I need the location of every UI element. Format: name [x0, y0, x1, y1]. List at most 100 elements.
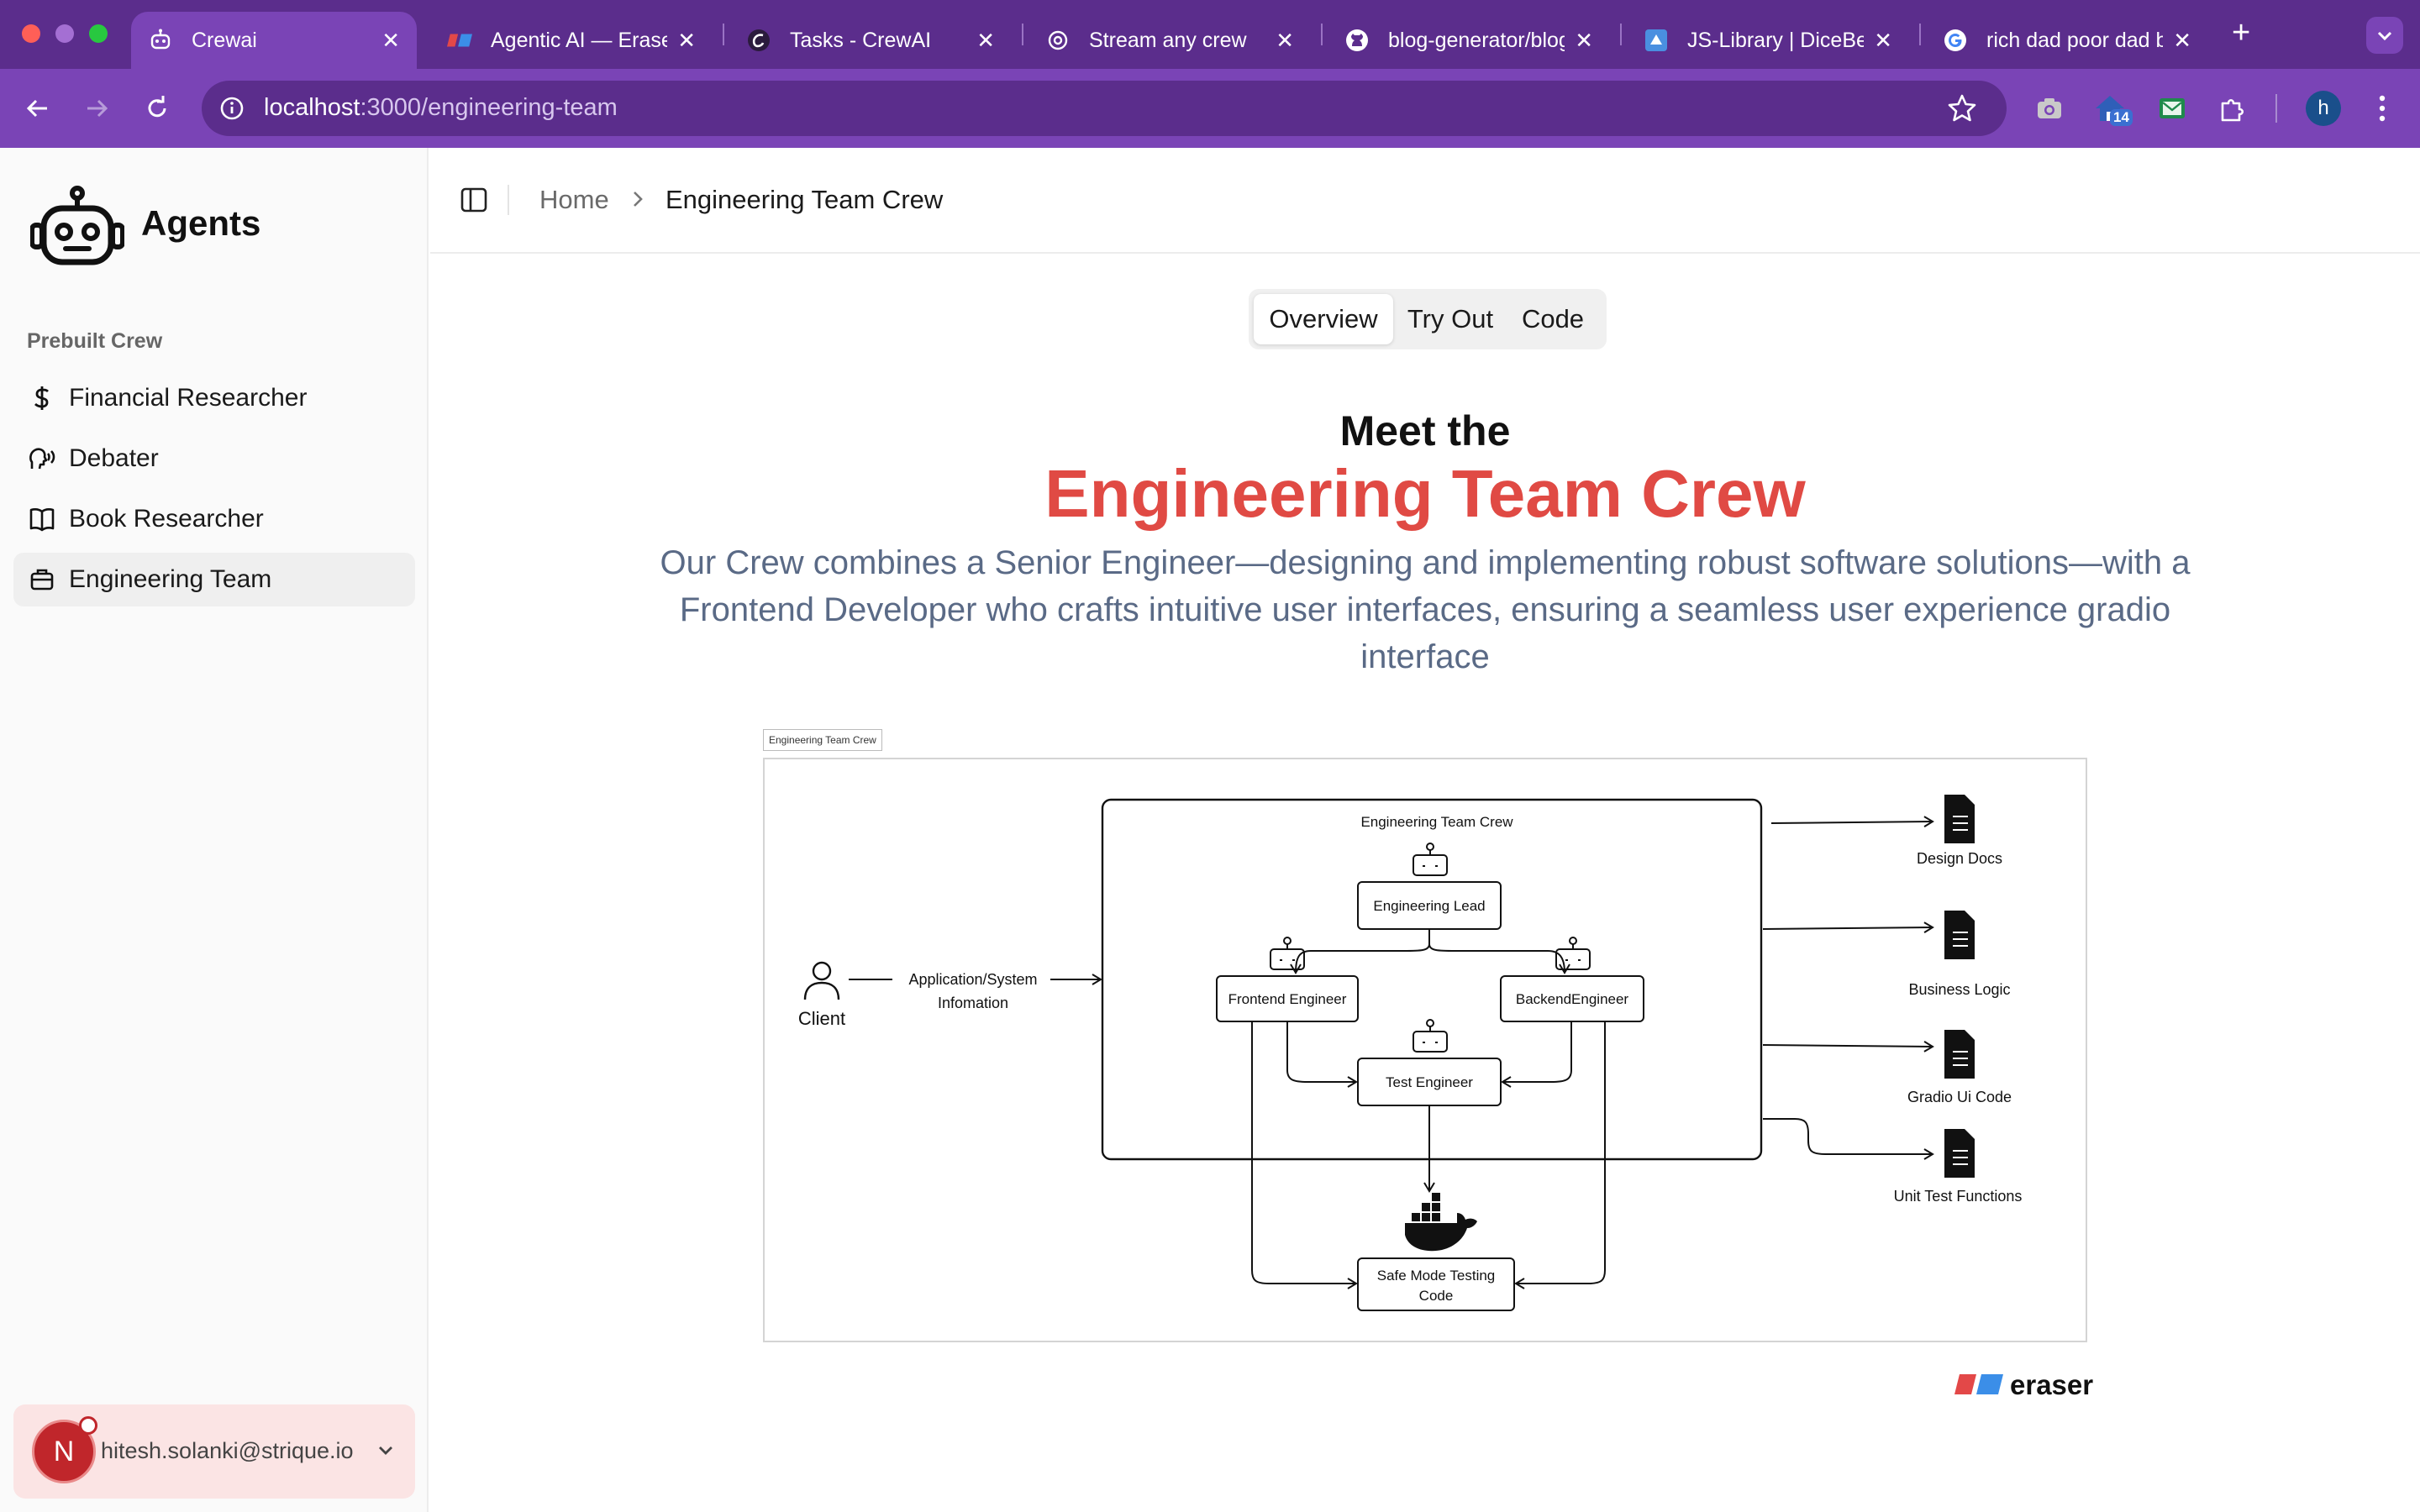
- tab-title: Tasks - CrewAI: [790, 28, 932, 52]
- tab-separator: [723, 24, 724, 45]
- architecture-diagram: Engineering Team Crew Client Application…: [763, 758, 2087, 1342]
- close-tab-icon[interactable]: ✕: [381, 28, 400, 54]
- business-logic-file-icon: [1944, 911, 1975, 959]
- briefcase-icon: [29, 566, 55, 593]
- browser-tab-tasks[interactable]: Tasks - CrewAI ✕: [729, 12, 1012, 69]
- github-icon: [1344, 28, 1370, 53]
- tab-search-button[interactable]: [2366, 17, 2403, 54]
- browser-tab-google[interactable]: rich dad poor dad book ✕: [1926, 12, 2208, 69]
- close-tab-icon[interactable]: ✕: [976, 28, 995, 54]
- camera-extension-icon[interactable]: [2032, 91, 2067, 126]
- sidebar-item-label: Financial Researcher: [69, 384, 308, 412]
- browser-tab-crewai[interactable]: Crewai ✕: [131, 12, 417, 69]
- tab-try-out[interactable]: Try Out: [1397, 294, 1504, 344]
- eraser-logo-icon: [1954, 1374, 2003, 1394]
- info-icon[interactable]: [215, 92, 249, 125]
- user-account-menu[interactable]: N hitesh.solanki@strique.io: [13, 1404, 415, 1499]
- sidebar-toggle-icon[interactable]: [459, 185, 489, 215]
- url-path: :3000/engineering-team: [360, 94, 618, 121]
- crewai-robot-icon: [148, 28, 173, 53]
- bookmark-star-icon[interactable]: [1946, 92, 1978, 124]
- tab-overview[interactable]: Overview: [1254, 294, 1393, 344]
- status-dot: [79, 1416, 97, 1435]
- tab-separator: [1919, 24, 1921, 45]
- sidebar-item-label: Book Researcher: [69, 505, 264, 533]
- design-docs-file-icon: [1944, 795, 1975, 843]
- url-host: localhost: [264, 94, 360, 121]
- eraser-branding[interactable]: eraser: [1954, 1369, 2093, 1403]
- puzzle-extensions-icon[interactable]: [2215, 91, 2250, 126]
- dollar-icon: [29, 385, 55, 412]
- tab-separator: [1321, 24, 1323, 45]
- view-tabs: Overview Try Out Code: [1249, 289, 1607, 349]
- close-tab-icon[interactable]: ✕: [2173, 28, 2191, 54]
- docker-whale-icon: [1405, 1193, 1477, 1252]
- speaking-head-icon: [29, 445, 55, 472]
- node-label: Code: [1419, 1288, 1454, 1304]
- header-bar: Home Engineering Team Crew: [430, 148, 2420, 254]
- input-label-2: Infomation: [938, 995, 1008, 1011]
- unit-test-functions-file-icon: [1944, 1129, 1975, 1178]
- gradio-ui-code-file-icon: [1944, 1030, 1975, 1079]
- close-tab-icon[interactable]: ✕: [677, 28, 696, 54]
- eraser-wordmark: eraser: [2010, 1369, 2094, 1400]
- close-tab-icon[interactable]: ✕: [1874, 28, 1892, 54]
- browser-menu-button[interactable]: [2370, 91, 2395, 126]
- forward-button[interactable]: [77, 89, 116, 128]
- diagram-tag: Engineering Team Crew: [763, 729, 882, 751]
- tab-code[interactable]: Code: [1506, 294, 1600, 344]
- tab-title: Agentic AI — Eraser: [491, 28, 668, 52]
- hero-heading-small: Meet the: [1339, 407, 1511, 454]
- chevron-down-icon: [2377, 31, 2392, 41]
- hero-description: Our Crew combines a Senior Engineer—desi…: [660, 544, 2191, 675]
- backend-engineer-robot-icon: [1555, 937, 1591, 970]
- tab-separator: [1620, 24, 1622, 45]
- robot-logo-icon: [30, 186, 124, 265]
- node-label: Safe Mode Testing: [1377, 1268, 1496, 1284]
- sidebar-item-label: Engineering Team: [69, 565, 272, 593]
- book-open-icon: [29, 506, 55, 533]
- output-label: Design Docs: [1917, 850, 2002, 867]
- address-bar[interactable]: localhost:3000/engineering-team: [202, 81, 2007, 136]
- tab-title: rich dad poor dad book: [1986, 28, 2164, 52]
- profile-avatar[interactable]: h: [2306, 91, 2341, 126]
- client-icon: [803, 961, 840, 1000]
- group-title: Engineering Team Crew: [1360, 814, 1513, 830]
- sidebar-item-engineering-team[interactable]: Engineering Team: [13, 553, 415, 606]
- browser-tab-eraser[interactable]: Agentic AI — Eraser ✕: [430, 12, 713, 69]
- mail-extension-icon[interactable]: [2154, 91, 2190, 126]
- back-button[interactable]: [18, 89, 57, 128]
- close-tab-icon[interactable]: ✕: [1575, 28, 1593, 54]
- new-tab-button[interactable]: +: [2232, 15, 2250, 51]
- header-divider: [508, 185, 509, 215]
- sidebar: Agents Prebuilt Crew Financial Researche…: [0, 148, 429, 1512]
- browser-tab-strip: Crewai ✕ Agentic AI — Eraser ✕ Tasks - C…: [0, 0, 2420, 69]
- sidebar-item-book-researcher[interactable]: Book Researcher: [13, 492, 415, 546]
- google-icon: [1943, 28, 1968, 53]
- crewai-icon: [746, 28, 771, 53]
- toolbar-divider: [2275, 94, 2277, 123]
- url-text[interactable]: localhost:3000/engineering-team: [264, 94, 618, 122]
- main-content: Home Engineering Team Crew Overview Try …: [430, 148, 2420, 1512]
- arrow-right-icon: [87, 99, 108, 118]
- sidebar-item-financial-researcher[interactable]: Financial Researcher: [13, 371, 415, 425]
- browser-tab-stream[interactable]: Stream any crew ✕: [1028, 12, 1311, 69]
- close-tab-icon[interactable]: ✕: [1276, 28, 1294, 54]
- brand-name: Agents: [141, 203, 261, 243]
- browser-tab-dicebear[interactable]: JS-Library | DiceBear ✕: [1627, 12, 1909, 69]
- chevron-down-icon: [379, 1446, 392, 1455]
- eraser-icon: [447, 28, 472, 53]
- kebab-menu-icon: [2379, 95, 2386, 122]
- breadcrumb-home-link[interactable]: Home: [539, 185, 609, 215]
- output-label: Gradio Ui Code: [1907, 1089, 2012, 1105]
- sidebar-item-debater[interactable]: Debater: [13, 432, 415, 486]
- reload-button[interactable]: [138, 89, 176, 128]
- maximize-window-button[interactable]: [89, 24, 108, 43]
- user-email: hitesh.solanki@strique.io: [101, 1438, 354, 1463]
- client-label: Client: [798, 1008, 845, 1029]
- browser-tab-github[interactable]: blog-generator/blog ✕: [1328, 12, 1610, 69]
- node-label: Test Engineer: [1386, 1074, 1473, 1090]
- minimize-window-button[interactable]: [55, 24, 74, 43]
- close-window-button[interactable]: [22, 24, 40, 43]
- engineering-lead-robot-icon: [1413, 843, 1448, 876]
